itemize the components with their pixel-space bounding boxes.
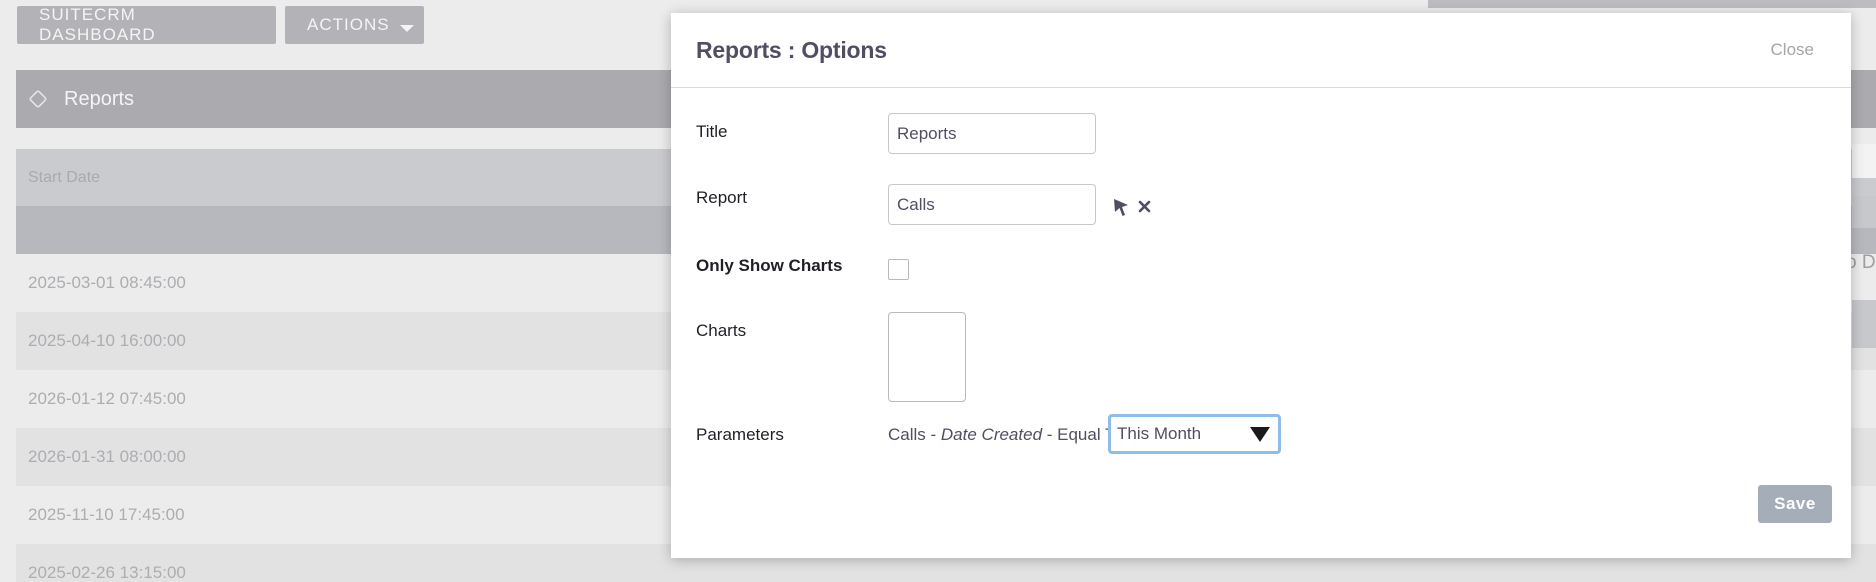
suitecrm-dashboard-label: SUITECRM DASHBOARD	[39, 5, 156, 44]
actions-label: ACTIONS	[307, 15, 390, 34]
parameters-label: Parameters	[696, 425, 784, 444]
parameter-field: Date Created	[940, 425, 1043, 444]
suitecrm-dashboard-button[interactable]: SUITECRM DASHBOARD	[17, 5, 276, 44]
actions-button[interactable]: ACTIONS	[285, 6, 424, 44]
triangle-down-icon	[1250, 426, 1270, 442]
title-input[interactable]	[888, 113, 1096, 154]
only-show-charts-checkbox[interactable]	[888, 259, 909, 280]
modal-title: Reports : Options	[696, 36, 887, 63]
report-input[interactable]	[888, 184, 1096, 225]
close-x-icon[interactable]	[1136, 197, 1152, 215]
background-fragment	[1852, 196, 1876, 228]
dashlet-title: Reports	[64, 87, 135, 110]
reports-options-modal: Reports : Options Close Title Report Onl…	[671, 13, 1851, 558]
only-show-charts-label: Only Show Charts	[696, 256, 843, 275]
cell-start-date: 2025-04-10 16:00:00	[28, 331, 186, 350]
chevron-down-icon	[399, 24, 414, 32]
close-button[interactable]: Close	[1771, 40, 1814, 60]
background-fragment	[1852, 300, 1876, 348]
parameter-value-select[interactable]: This Month	[1108, 414, 1281, 454]
report-label: Report	[696, 188, 748, 207]
cube-icon	[28, 89, 48, 109]
cell-start-date: 2025-11-10 17:45:00	[28, 505, 185, 524]
column-header-start-date[interactable]: Start Date	[28, 169, 100, 187]
modal-header: Reports : Options Close	[671, 13, 1851, 88]
background-strip	[1428, 0, 1876, 8]
charts-multiselect[interactable]	[888, 312, 966, 402]
cursor-arrow-icon[interactable]	[1111, 196, 1131, 218]
cell-start-date: 2025-03-01 08:45:00	[28, 273, 186, 292]
parameter-module: Calls -	[888, 425, 941, 444]
cell-start-date: 2026-01-31 08:00:00	[28, 447, 186, 466]
background-fragment	[1852, 144, 1876, 178]
charts-label: Charts	[696, 321, 747, 340]
cell-start-date: 2026-01-12 07:45:00	[28, 389, 186, 408]
title-label: Title	[696, 122, 728, 141]
parameter-condition: Calls - Date Created - Equal To	[888, 425, 1123, 445]
parameter-value-selected: This Month	[1117, 424, 1202, 443]
save-button[interactable]: Save	[1758, 485, 1832, 523]
cell-start-date: 2025-02-26 13:15:00	[28, 563, 186, 582]
